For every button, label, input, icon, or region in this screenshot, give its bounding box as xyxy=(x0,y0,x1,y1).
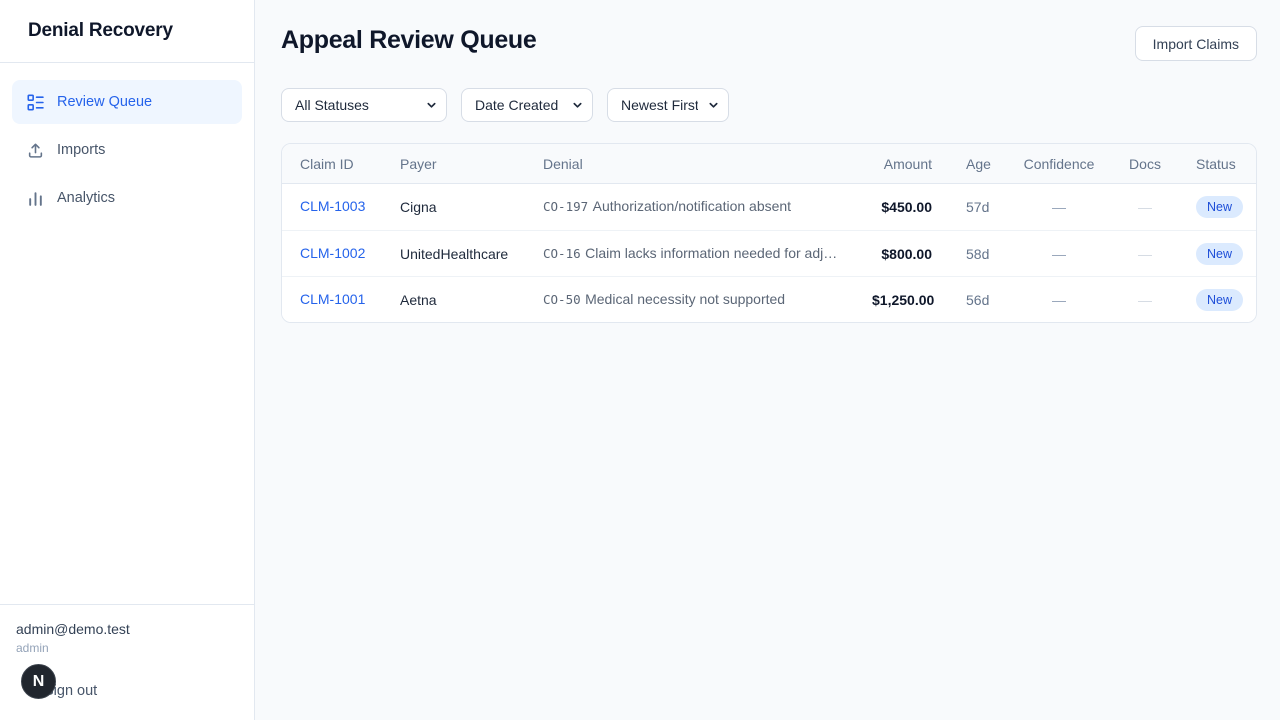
confidence-cell: — xyxy=(992,199,1126,215)
sort-by-filter-wrap: Date Created xyxy=(461,88,593,122)
import-claims-button[interactable]: Import Claims xyxy=(1135,26,1257,61)
denial-cell: CO-197 Authorization/notification absent xyxy=(543,198,872,216)
age-cell: 58d xyxy=(952,246,992,262)
sidebar-spacer xyxy=(0,237,254,604)
column-header-status: Status xyxy=(1164,156,1256,172)
claim-id-link[interactable]: CLM-1002 xyxy=(300,245,365,261)
sort-order-select[interactable]: Newest First xyxy=(607,88,729,122)
user-email: admin@demo.test xyxy=(16,621,238,637)
sidebar-footer: admin@demo.test admin Sign out xyxy=(0,604,254,720)
column-header-denial: Denial xyxy=(543,156,872,172)
upload-icon xyxy=(27,142,44,159)
denial-text: Authorization/notification absent xyxy=(593,198,791,214)
denial-cell: CO-16 Claim lacks information needed for… xyxy=(543,245,872,263)
app-title: Denial Recovery xyxy=(28,20,173,42)
claim-id-link[interactable]: CLM-1001 xyxy=(300,291,365,307)
table-header-row: Claim ID Payer Denial Amount Age Confide… xyxy=(282,144,1256,184)
confidence-cell: — xyxy=(992,246,1126,262)
docs-cell: — xyxy=(1126,292,1164,308)
denial-code: CO-16 xyxy=(543,246,581,261)
status-filter-wrap: All Statuses xyxy=(281,88,447,122)
column-header-confidence: Confidence xyxy=(992,156,1126,172)
claim-id-link[interactable]: CLM-1003 xyxy=(300,198,365,214)
user-role: admin xyxy=(16,641,238,655)
column-header-docs: Docs xyxy=(1126,156,1164,172)
column-header-payer: Payer xyxy=(400,156,543,172)
sidebar-item-label: Review Queue xyxy=(57,94,152,110)
status-badge: New xyxy=(1196,196,1243,218)
denial-code: CO-50 xyxy=(543,292,581,307)
sidebar-item-analytics[interactable]: Analytics xyxy=(12,176,242,220)
nextjs-logo-icon: N xyxy=(33,673,45,691)
table-row[interactable]: CLM-1003 Cigna CO-197 Authorization/noti… xyxy=(282,184,1256,230)
payer-cell: UnitedHealthcare xyxy=(400,246,543,262)
sort-order-filter-wrap: Newest First xyxy=(607,88,729,122)
queue-icon xyxy=(27,94,44,111)
status-badge: New xyxy=(1196,243,1243,265)
sidebar-nav: Review Queue Imports Analytics xyxy=(0,63,254,237)
filters-bar: All Statuses Date Created Newest First xyxy=(281,88,1257,122)
sidebar-item-label: Imports xyxy=(57,142,105,158)
confidence-cell: — xyxy=(992,292,1126,308)
age-cell: 57d xyxy=(952,199,992,215)
column-header-claim-id: Claim ID xyxy=(282,156,400,172)
sidebar-item-imports[interactable]: Imports xyxy=(12,128,242,172)
page-title: Appeal Review Queue xyxy=(281,26,537,55)
column-header-amount: Amount xyxy=(872,156,952,172)
nextjs-dev-badge[interactable]: N xyxy=(21,664,56,699)
denial-cell: CO-50 Medical necessity not supported xyxy=(543,291,872,309)
payer-cell: Aetna xyxy=(400,292,543,308)
docs-cell: — xyxy=(1126,246,1164,262)
amount-cell: $450.00 xyxy=(872,199,952,215)
sidebar-item-review-queue[interactable]: Review Queue xyxy=(12,80,242,124)
claims-table: Claim ID Payer Denial Amount Age Confide… xyxy=(281,143,1257,323)
denial-code: CO-197 xyxy=(543,199,588,214)
amount-cell: $800.00 xyxy=(872,246,952,262)
denial-text: Claim lacks information needed for adj… xyxy=(585,245,837,261)
sort-by-select[interactable]: Date Created xyxy=(461,88,593,122)
sidebar: Denial Recovery Review Queue xyxy=(0,0,255,720)
sidebar-item-label: Analytics xyxy=(57,190,115,206)
column-header-age: Age xyxy=(952,156,992,172)
status-filter-select[interactable]: All Statuses xyxy=(281,88,447,122)
bar-chart-icon xyxy=(27,190,44,207)
status-badge: New xyxy=(1196,289,1243,311)
main-header: Appeal Review Queue Import Claims xyxy=(281,26,1257,61)
amount-cell: $1,250.00 xyxy=(872,292,952,308)
main-content: Appeal Review Queue Import Claims All St… xyxy=(255,0,1280,720)
sidebar-header: Denial Recovery xyxy=(0,0,254,63)
table-row[interactable]: CLM-1002 UnitedHealthcare CO-16 Claim la… xyxy=(282,230,1256,276)
age-cell: 56d xyxy=(952,292,992,308)
table-row[interactable]: CLM-1001 Aetna CO-50 Medical necessity n… xyxy=(282,276,1256,322)
denial-text: Medical necessity not supported xyxy=(585,291,785,307)
docs-cell: — xyxy=(1126,199,1164,215)
payer-cell: Cigna xyxy=(400,199,543,215)
